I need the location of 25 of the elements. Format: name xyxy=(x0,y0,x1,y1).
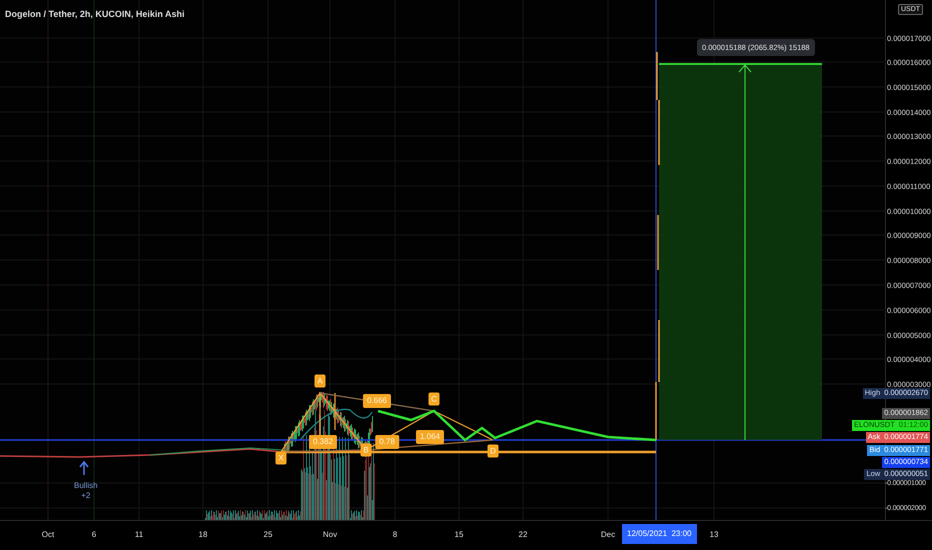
time-tick-label: Oct xyxy=(42,529,54,541)
pattern-point-label: A xyxy=(314,374,326,388)
time-tick-label: 25 xyxy=(264,529,272,541)
time-tick-label: 11 xyxy=(134,529,144,541)
time-tick-label: 22 xyxy=(518,529,528,541)
pattern-point-label: D xyxy=(488,444,498,458)
time-tick-label: Nov xyxy=(322,529,338,541)
chart-title: Dogelon / Tether, 2h, KUCOIN, Heikin Ashi xyxy=(5,8,185,21)
pattern-point-label: C xyxy=(428,392,440,406)
harmonic-pattern-drawing[interactable] xyxy=(280,392,494,453)
signal-label: Bullish +2 xyxy=(74,481,98,501)
ratio-label: 0.382 xyxy=(308,435,338,449)
time-tick-label: 8 xyxy=(392,529,398,541)
up-arrow-icon xyxy=(79,460,89,475)
ratio-label: 0.78 xyxy=(375,435,399,449)
time-tick-label: 18 xyxy=(198,529,208,541)
time-tick-label: 6 xyxy=(92,529,96,541)
time-tick-label: 13 xyxy=(710,529,718,541)
ratio-label: 0.666 xyxy=(362,394,392,408)
time-cursor-badge: 12/05/2021 23:00 xyxy=(622,524,697,544)
time-tick-label: 15 xyxy=(454,529,464,541)
ratio-label: 1.064 xyxy=(416,430,444,444)
time-tick-label: Dec xyxy=(600,529,616,541)
pattern-point-label: B xyxy=(360,444,372,456)
pattern-point-label: X xyxy=(276,452,286,464)
